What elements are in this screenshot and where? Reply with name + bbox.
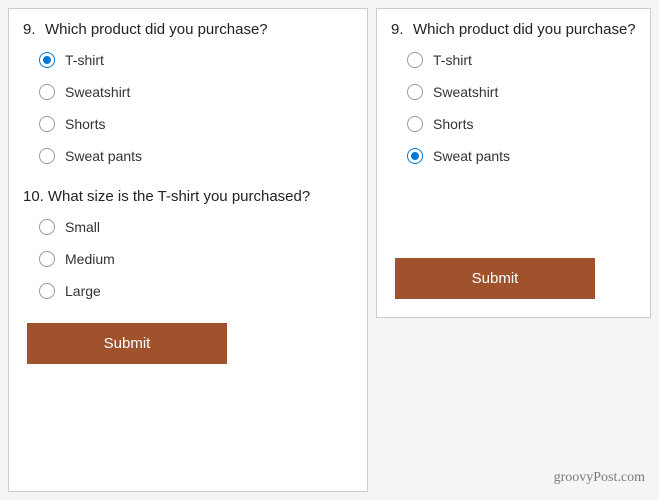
radio-icon [407,148,423,164]
option-label: Shorts [65,116,105,132]
question-9-options: T-shirt Sweatshirt Shorts Sweat pants [23,52,353,164]
watermark-text: groovyPost.com [554,470,645,486]
form-panel-left: 9. Which product did you purchase? T-shi… [8,8,368,492]
radio-icon [39,251,55,267]
radio-icon [39,219,55,235]
submit-button[interactable]: Submit [27,323,227,364]
question-9-block-right: 9. Which product did you purchase? T-shi… [391,21,636,180]
question-number: 9. [391,21,409,38]
radio-icon [39,148,55,164]
option-sweatshirt-right[interactable]: Sweatshirt [407,84,636,100]
option-sweatshirt[interactable]: Sweatshirt [39,84,353,100]
question-9-title: 9. Which product did you purchase? [23,21,353,38]
question-number: 9. [23,21,41,38]
question-9-block: 9. Which product did you purchase? T-shi… [23,21,353,164]
radio-icon [39,52,55,68]
radio-icon [39,283,55,299]
question-9-options-right: T-shirt Sweatshirt Shorts Sweat pants [391,52,636,164]
option-label: Sweatshirt [65,84,130,100]
option-small[interactable]: Small [39,219,353,235]
option-tshirt-right[interactable]: T-shirt [407,52,636,68]
option-label: Sweatshirt [433,84,498,100]
option-label: Large [65,283,101,299]
radio-icon [39,116,55,132]
option-label: Shorts [433,116,473,132]
option-label: Sweat pants [433,148,510,164]
question-number: 10. [23,188,44,205]
option-label: Medium [65,251,115,267]
question-9-title-right: 9. Which product did you purchase? [391,21,636,38]
option-label: Sweat pants [65,148,142,164]
option-medium[interactable]: Medium [39,251,353,267]
option-shorts[interactable]: Shorts [39,116,353,132]
radio-icon [407,116,423,132]
option-label: T-shirt [433,52,472,68]
option-label: T-shirt [65,52,104,68]
radio-icon [407,84,423,100]
question-text: What size is the T-shirt you purchased? [48,188,310,205]
form-panel-right: 9. Which product did you purchase? T-shi… [376,8,651,318]
question-10-title: 10. What size is the T-shirt you purchas… [23,188,353,205]
submit-button-right[interactable]: Submit [395,258,595,299]
option-shorts-right[interactable]: Shorts [407,116,636,132]
option-tshirt[interactable]: T-shirt [39,52,353,68]
question-text: Which product did you purchase? [45,21,268,38]
option-sweatpants[interactable]: Sweat pants [39,148,353,164]
radio-icon [407,52,423,68]
option-large[interactable]: Large [39,283,353,299]
option-sweatpants-right[interactable]: Sweat pants [407,148,636,164]
question-10-options: Small Medium Large [23,219,353,299]
question-text: Which product did you purchase? [413,21,636,38]
question-10-block: 10. What size is the T-shirt you purchas… [23,188,353,299]
radio-icon [39,84,55,100]
option-label: Small [65,219,100,235]
